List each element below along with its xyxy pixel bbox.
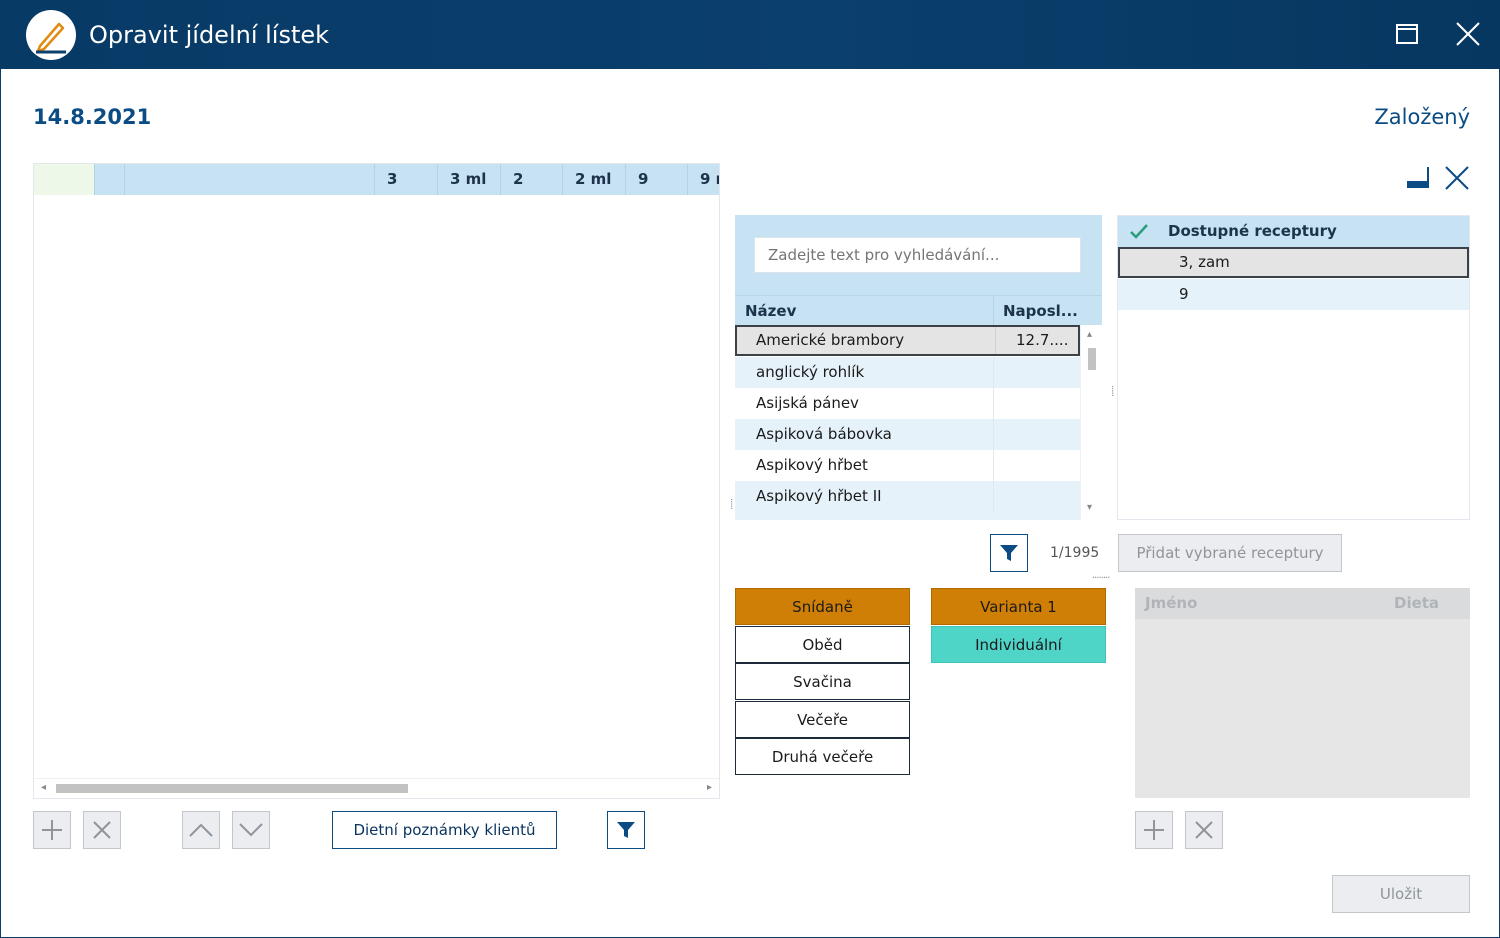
recipe-name: anglický rohlík xyxy=(756,363,865,381)
table-row[interactable] xyxy=(735,512,1080,520)
menu-status: Založený xyxy=(1374,105,1470,129)
recipe-name: Aspikový hřbet xyxy=(756,456,868,474)
grid-col-header[interactable]: 9 xyxy=(625,164,687,195)
maximize-button[interactable] xyxy=(1387,14,1427,54)
remove-row-button[interactable] xyxy=(83,811,121,849)
grid-col-header[interactable]: 2 ml xyxy=(562,164,625,195)
meal-dinner-button[interactable]: Večeře xyxy=(735,701,910,738)
clients-table: Jméno Dieta xyxy=(1135,588,1470,798)
splitter-handle[interactable]: ········ xyxy=(1092,573,1110,584)
remove-client-button[interactable] xyxy=(1185,811,1223,849)
filter-icon xyxy=(617,822,635,838)
col-header-name[interactable]: Název xyxy=(735,296,993,326)
grid-col-header[interactable]: 3 xyxy=(374,164,437,195)
delete-icon xyxy=(93,821,111,839)
available-recipes-header: Dostupné receptury xyxy=(1118,216,1469,247)
scroll-left-icon[interactable]: ◂ xyxy=(41,782,46,793)
grid-col-header[interactable] xyxy=(94,164,124,195)
recipe-search-panel: Název Naposl... Americké brambory 12.7..… xyxy=(735,215,1102,520)
grid-col-header[interactable]: 9 ml xyxy=(687,164,719,195)
scroll-down-icon[interactable]: ▾ xyxy=(1087,502,1092,513)
splitter-handle[interactable]: ····· xyxy=(1106,385,1117,396)
check-icon[interactable] xyxy=(1129,223,1149,240)
move-down-button[interactable] xyxy=(232,811,270,849)
search-area xyxy=(735,215,1102,295)
clients-table-header: Jméno Dieta xyxy=(1135,588,1470,619)
meal-snack-button[interactable]: Svačina xyxy=(735,663,910,700)
maximize-icon xyxy=(1396,24,1418,44)
table-row[interactable]: Asijská pánev xyxy=(735,388,1080,419)
horizontal-scrollbar[interactable]: ◂ ▸ xyxy=(34,778,719,798)
recipe-last-date: 12.7.... xyxy=(995,327,1080,354)
recipe-name: Aspiková bábovka xyxy=(756,425,892,443)
recipe-last-date xyxy=(993,388,1080,419)
vertical-scrollbar[interactable]: ▴ ▾ xyxy=(1080,325,1102,520)
recipe-search-input[interactable] xyxy=(754,237,1081,273)
menu-grid[interactable]: 3 3 ml 2 2 ml 9 9 ml ◂ ▸ xyxy=(33,163,720,799)
app-logo-icon xyxy=(26,10,76,60)
recipe-table-body: Americké brambory 12.7.... anglický rohl… xyxy=(735,325,1080,520)
chevron-up-icon xyxy=(189,823,213,837)
result-count: 1/1995 xyxy=(1050,545,1100,561)
window-title: Opravit jídelní lístek xyxy=(89,21,330,49)
table-row[interactable]: Aspikový hřbet xyxy=(735,450,1080,481)
dietary-notes-button[interactable]: Dietní poznámky klientů xyxy=(332,811,557,849)
col-header-diet: Dieta xyxy=(1394,594,1440,612)
variant-individual-button[interactable]: Individuální xyxy=(931,626,1106,663)
move-up-button[interactable] xyxy=(182,811,220,849)
filter-icon xyxy=(1000,545,1018,561)
scroll-right-icon[interactable]: ▸ xyxy=(707,782,712,793)
meal-lunch-button[interactable]: Oběd xyxy=(735,626,910,663)
table-row[interactable]: Americké brambory 12.7.... xyxy=(735,325,1080,356)
list-item[interactable]: 9 xyxy=(1118,279,1469,310)
table-row[interactable]: anglický rohlík xyxy=(735,357,1080,388)
recipe-name: Aspikový hřbet II xyxy=(756,487,882,505)
grid-filter-button[interactable] xyxy=(607,811,645,849)
available-recipes-title: Dostupné receptury xyxy=(1168,222,1337,240)
recipe-table-header: Název Naposl... xyxy=(735,295,1102,326)
col-header-last[interactable]: Naposl... xyxy=(993,296,1102,326)
recipe-name: Americké brambory xyxy=(756,331,905,349)
dock-panel-button[interactable] xyxy=(1405,165,1431,191)
table-row[interactable]: Aspikový hřbet II xyxy=(735,481,1080,512)
save-button[interactable]: Uložit xyxy=(1332,875,1470,913)
close-panel-button[interactable] xyxy=(1443,164,1471,192)
variant-1-button[interactable]: Varianta 1 xyxy=(931,588,1106,625)
list-item[interactable]: 3, zam xyxy=(1118,247,1469,278)
dock-icon xyxy=(1407,167,1429,188)
scroll-up-icon[interactable]: ▴ xyxy=(1087,329,1092,340)
menu-grid-header: 3 3 ml 2 2 ml 9 9 ml xyxy=(34,164,719,195)
available-recipes-panel: Dostupné receptury 3, zam 9 xyxy=(1117,215,1470,520)
grid-col-header[interactable]: 2 xyxy=(500,164,562,195)
recipe-last-date xyxy=(993,357,1080,388)
scroll-thumb[interactable] xyxy=(1088,348,1096,370)
grid-col-header[interactable] xyxy=(124,164,374,195)
recipe-name: Asijská pánev xyxy=(756,394,859,412)
close-icon xyxy=(1445,166,1469,190)
plus-icon xyxy=(1144,820,1164,840)
grid-col-header[interactable]: 3 ml xyxy=(437,164,500,195)
grid-col-header[interactable] xyxy=(34,164,94,195)
chevron-down-icon xyxy=(239,823,263,837)
recipe-last-date xyxy=(993,419,1080,450)
recipe-last-date xyxy=(993,450,1080,481)
scroll-thumb[interactable] xyxy=(56,784,408,793)
table-row[interactable]: Aspiková bábovka xyxy=(735,419,1080,450)
close-window-button[interactable] xyxy=(1448,14,1488,54)
col-header-client-name: Jméno xyxy=(1145,594,1198,612)
close-icon xyxy=(1456,22,1480,46)
recipe-filter-button[interactable] xyxy=(990,534,1028,572)
add-row-button[interactable] xyxy=(33,811,71,849)
meal-breakfast-button[interactable]: Snídaně xyxy=(735,588,910,625)
recipe-last-date xyxy=(993,481,1080,512)
add-client-button[interactable] xyxy=(1135,811,1173,849)
meal-second-dinner-button[interactable]: Druhá večeře xyxy=(735,738,910,775)
add-selected-recipes-button[interactable]: Přidat vybrané receptury xyxy=(1118,534,1342,572)
delete-icon xyxy=(1195,821,1213,839)
plus-icon xyxy=(42,820,62,840)
menu-date: 14.8.2021 xyxy=(33,105,152,129)
